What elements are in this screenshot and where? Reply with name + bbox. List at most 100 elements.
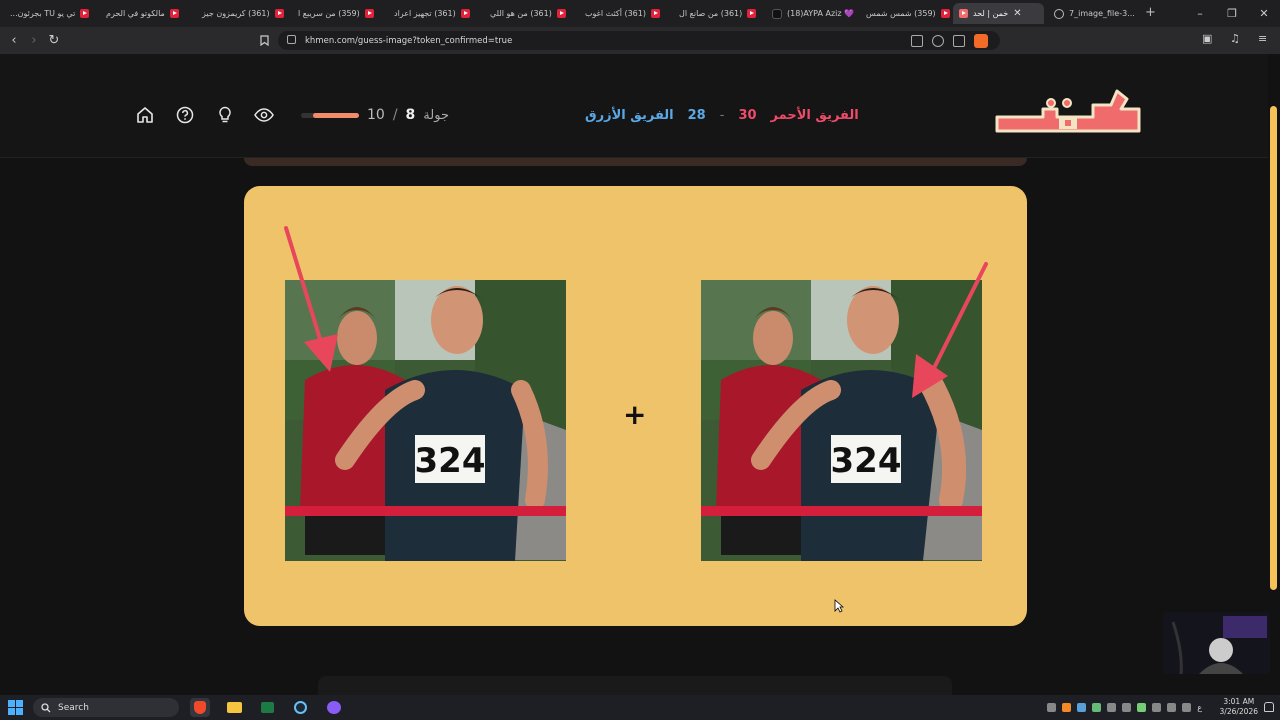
brave-taskbar-icon[interactable] [190,698,210,717]
browser-tab[interactable]: (361) من هو اللي [484,3,576,24]
browser-tab[interactable]: (361) من صانع ال [673,3,765,24]
share-icon[interactable] [953,35,965,47]
youtube-icon [556,9,566,18]
difference-arrow-left [284,226,338,372]
close-window-icon[interactable]: ✕ [1248,0,1280,27]
game-header: 10 / 8 جولة الفريق الأزرق 28 - 30 الفريق… [0,54,1268,158]
steam-icon[interactable] [290,698,310,717]
youtube-icon [274,9,284,18]
webcam-overlay [1163,612,1270,674]
browser-tab[interactable]: (359) من سريبع ا [292,3,384,24]
address-bar[interactable]: khmen.com/guess-image?token_confirmed=tr… [278,31,1000,50]
youtube-icon [747,9,757,18]
browser-tab-active[interactable]: ✕ خمن | لحد [953,3,1044,24]
clock-date: 3/26/2026 [1219,707,1258,716]
clock-time: 3:01 AM [1223,697,1255,706]
site-favicon [959,9,968,18]
round-progress-bar [301,112,359,118]
restore-icon[interactable]: ❐ [1216,0,1248,27]
tray-icon[interactable] [1077,703,1087,712]
mic-icon[interactable] [1122,703,1132,712]
red-team-name: الفريق الأحمر [770,107,859,123]
forward-icon[interactable]: › [26,32,42,48]
browser-tab[interactable]: مالكوتو في الحرم [100,3,192,24]
url-text: khmen.com/guess-image?token_confirmed=tr… [305,35,513,46]
browser-right-icons: ▣ ♫ ≡ [1202,33,1270,45]
youtube-icon [650,9,660,18]
round-progress-fill [312,112,359,118]
window-controls: – ❐ ✕ [1184,0,1280,27]
youtube-icon [364,9,374,18]
battery-icon[interactable] [1182,703,1192,712]
tiktok-icon [772,8,782,19]
bib-number: 324 [415,441,486,481]
excel-icon[interactable] [257,698,277,717]
divider-strip [244,158,1027,166]
bookmark-icon[interactable] [256,32,272,48]
brave-shields-icon[interactable] [974,34,988,48]
menu-icon[interactable]: ≡ [1258,33,1270,45]
hint-bulb-icon[interactable] [215,105,235,125]
browser-tab[interactable]: (361) أكثث اغوب [579,3,671,24]
round-label: جولة [423,107,449,123]
tray-icon[interactable] [1047,703,1057,712]
browser-tab[interactable]: تي يو TU بجرئون... [4,3,96,24]
browser-tab[interactable]: (361) تجهيز اعراد [388,3,480,24]
plus-icon: + [623,398,647,431]
minimize-icon[interactable]: – [1184,0,1216,27]
address-bar-icons [911,34,988,48]
network-icon[interactable] [1152,703,1162,712]
new-tab-button[interactable]: + [1145,5,1156,20]
windows-taskbar: Search ع 3:01 AM 3/26/2026 [0,695,1280,720]
browser-tab[interactable]: (361) كريمزون جيز [196,3,288,24]
tray-icon[interactable] [1107,703,1117,712]
reload-icon[interactable]: ↻ [46,32,62,48]
tray-icon[interactable] [1092,703,1102,712]
score-separator: - [719,107,725,123]
page: 10 / 8 جولة الفريق الأزرق 28 - 30 الفريق… [0,54,1280,695]
sidebar-icon[interactable]: ▣ [1202,33,1214,45]
bottom-panel [318,676,952,695]
game-card: 324 + 324 [244,186,1027,626]
clock[interactable]: 3:01 AM 3/26/2026 [1220,697,1258,717]
site-info-icon[interactable] [287,35,296,44]
youtube-icon [940,9,950,18]
taskbar-search[interactable]: Search [33,698,179,717]
cast-icon[interactable] [911,35,923,47]
volume-icon[interactable] [1167,703,1177,712]
bib-number: 324 [831,441,902,481]
help-icon[interactable] [175,105,195,125]
search-icon [41,702,51,712]
browser-tab-strip: تي يو TU بجرئون... مالكوتو في الحرم (361… [0,0,1280,27]
browser-tab[interactable]: (18)AYPA Aziz 💜 [766,3,858,24]
home-icon[interactable] [135,105,155,125]
youtube-icon [80,9,90,18]
youtube-icon [460,9,470,18]
tray-icon[interactable] [1062,703,1072,712]
media-icon[interactable]: ♫ [1230,33,1242,45]
round-indicator: 10 / 8 جولة [301,105,449,125]
round-current: 8 [405,107,416,123]
youtube-icon [169,9,179,18]
browser-tab[interactable]: 7_image_file-3... [1048,3,1140,24]
back-icon[interactable]: ‹ [6,32,22,48]
page-scrollbar[interactable] [1270,106,1277,590]
difference-arrow-right [912,262,988,398]
team-scores: الفريق الأزرق 28 - 30 الفريق الأحمر [585,105,859,125]
system-tray: ع [1047,695,1202,720]
notification-bell-icon[interactable] [1264,702,1274,712]
language-indicator[interactable]: ع [1197,703,1202,712]
blue-team-score: 28 [687,107,706,123]
tray-icon[interactable] [1137,703,1147,712]
file-explorer-icon[interactable] [224,698,244,717]
windows-start-icon[interactable] [8,700,23,715]
discord-icon[interactable] [324,698,344,717]
site-logo[interactable] [993,87,1145,145]
search-label: Search [58,702,89,713]
browser-toolbar: ‹ › ↻ khmen.com/guess-image?token_confir… [0,27,1280,54]
close-tab-icon[interactable]: ✕ [1013,8,1021,19]
zoom-icon[interactable] [932,35,944,47]
globe-icon [1054,8,1064,19]
browser-tab[interactable]: (359) شمس شمس [860,3,952,24]
eye-icon[interactable] [254,105,274,125]
